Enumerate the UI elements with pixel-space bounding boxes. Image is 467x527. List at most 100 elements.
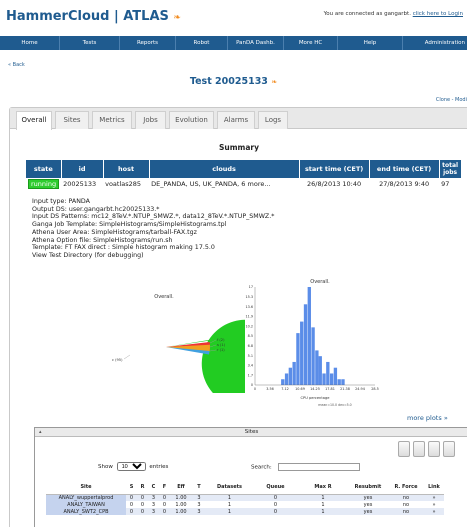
nav-tests[interactable]: Tests bbox=[60, 36, 120, 50]
sort-eff[interactable]: Eff bbox=[170, 480, 192, 495]
cell-r-force: no bbox=[388, 494, 424, 501]
sort-datasets[interactable]: Datasets bbox=[206, 480, 253, 495]
sort-site[interactable]: Site bbox=[46, 480, 126, 495]
cell-c: 3 bbox=[148, 494, 159, 501]
histogram-bar bbox=[281, 379, 285, 385]
nav-home[interactable]: Home bbox=[0, 36, 60, 50]
histogram-bar bbox=[337, 379, 341, 385]
login-link[interactable]: click here to Login bbox=[413, 11, 463, 17]
page-length-select[interactable]: 10 bbox=[116, 462, 146, 471]
histogram-y-tick: 8.5 bbox=[248, 334, 253, 338]
sort-queue[interactable]: Queue bbox=[253, 480, 298, 495]
sites-search-input[interactable] bbox=[277, 463, 360, 471]
sites-header[interactable]: ▴ Sites bbox=[35, 428, 467, 437]
more-plots-link[interactable]: more plots » bbox=[407, 414, 448, 422]
nav-reports[interactable]: Reports bbox=[120, 36, 176, 50]
nav-administration[interactable]: Administration bbox=[403, 36, 467, 50]
sort-f[interactable]: F bbox=[159, 480, 170, 495]
histogram-x-tick: 14.25 bbox=[310, 387, 320, 391]
table-row: ANALY_SWT2_CPB 0 0 3 0 1.00 3 1 0 1 yes … bbox=[46, 508, 444, 515]
sort-t[interactable]: T bbox=[192, 480, 206, 495]
cell-resubmit: yes bbox=[348, 494, 388, 501]
csv-export-icon[interactable] bbox=[413, 441, 425, 457]
cell-f: 0 bbox=[159, 501, 170, 508]
info-input-ds-patterns: Input DS Patterns: mc12_8TeV.*.NTUP_SMWZ… bbox=[32, 213, 275, 221]
tab-alarms[interactable]: Alarms bbox=[217, 111, 255, 129]
col-end-time: end time (CET) bbox=[369, 160, 440, 178]
cell-link[interactable]: » bbox=[424, 508, 444, 515]
site-brand[interactable]: HammerCloud | ATLAS ❧ bbox=[6, 9, 181, 24]
cell-max-r: 1 bbox=[298, 494, 348, 501]
entries-label: entries bbox=[149, 464, 169, 470]
sort-resubmit[interactable]: Resubmit bbox=[348, 480, 388, 495]
cell-datasets: 1 bbox=[206, 501, 253, 508]
histogram-y-tick: 15.3 bbox=[245, 295, 253, 299]
histogram-x-tick: 21.38 bbox=[340, 387, 350, 391]
tab-overall[interactable]: Overall bbox=[16, 111, 52, 130]
cell-eff: 1.00 bbox=[170, 494, 192, 501]
histogram-y-tick: 3.4 bbox=[248, 364, 253, 368]
col-id: id bbox=[61, 160, 104, 178]
tab-metrics[interactable]: Metrics bbox=[92, 111, 132, 129]
summary-row: running 20025133 voatlas285 DE_PANDA, US… bbox=[26, 178, 461, 190]
sites-section: ▴ Sites Show 10 entries Search: Site S R… bbox=[34, 427, 467, 527]
cell-link[interactable]: » bbox=[424, 501, 444, 508]
tab-sites[interactable]: Sites bbox=[55, 111, 89, 129]
info-template: Template: FT FAX direct : Simple histogr… bbox=[32, 244, 215, 252]
cell-r: 0 bbox=[137, 501, 148, 508]
summary-table: state id host clouds start time (CET) en… bbox=[26, 160, 462, 190]
show-label: Show bbox=[98, 464, 113, 470]
histogram-x-tick: 28.5 bbox=[371, 387, 379, 391]
sort-max-r[interactable]: Max R bbox=[298, 480, 348, 495]
histogram-y-tick: 1.7 bbox=[248, 373, 253, 377]
cell-t: 3 bbox=[192, 501, 206, 508]
cell-f: 0 bbox=[159, 508, 170, 515]
site-name-cell[interactable]: ANALY_TAIWAN bbox=[46, 501, 126, 508]
nav-help[interactable]: Help bbox=[338, 36, 403, 50]
nav-robot[interactable]: Robot bbox=[176, 36, 228, 50]
info-input-type: Input type: PANDA bbox=[32, 198, 90, 205]
info-athena-option-file: Athena Option file: SimpleHistograms/run… bbox=[32, 236, 173, 244]
site-name-cell[interactable]: ANALY_SWT2_CPB bbox=[46, 508, 126, 515]
state-cell: running bbox=[26, 178, 61, 190]
total-jobs-cell: 97 bbox=[441, 180, 450, 188]
summary-title: Summary bbox=[218, 143, 260, 152]
cell-resubmit: yes bbox=[348, 508, 388, 515]
histogram-bar bbox=[333, 367, 338, 385]
clouds-cell[interactable]: DE_PANDA, US, UK_PANDA, 6 more... bbox=[149, 178, 299, 190]
sort-r-force[interactable]: R. Force bbox=[388, 480, 424, 495]
nav-panda-dashboard[interactable]: PanDA Dashb. bbox=[228, 36, 284, 50]
view-test-directory-link[interactable]: View Test Directory (for debugging) bbox=[32, 252, 274, 260]
copy-export-icon[interactable] bbox=[398, 441, 410, 457]
histogram-x-tick: 3.56 bbox=[266, 387, 274, 391]
pie-label-s: s (1) bbox=[217, 343, 226, 347]
cell-t: 3 bbox=[192, 494, 206, 501]
histogram-bar bbox=[296, 333, 300, 385]
overall-pie-chart: Overall. f (2) s (1) r (1) c (95) bbox=[112, 294, 245, 393]
sort-s[interactable]: S bbox=[126, 480, 137, 495]
search-label: Search: bbox=[251, 464, 272, 471]
tab-logs[interactable]: Logs bbox=[258, 111, 288, 129]
xls-export-icon[interactable] bbox=[428, 441, 440, 457]
col-total-jobs: total jobs bbox=[439, 160, 462, 178]
table-row: ANALY_TAIWAN 0 0 3 0 1.00 3 1 0 1 yes no… bbox=[46, 501, 444, 508]
nav-more-hc[interactable]: More HC bbox=[284, 36, 338, 50]
test-rss-icon[interactable]: ❧ bbox=[271, 78, 277, 86]
site-name-cell[interactable]: ANALY_wuppertalprod bbox=[46, 494, 126, 501]
rss-icon[interactable]: ❧ bbox=[173, 13, 181, 23]
collapse-toggle-icon[interactable]: ▴ bbox=[39, 428, 42, 437]
histogram-bar bbox=[300, 321, 304, 385]
tab-evolution[interactable]: Evolution bbox=[169, 111, 214, 129]
sort-link[interactable]: Link bbox=[424, 480, 444, 495]
clone-modify-link[interactable]: Clone - Modi bbox=[436, 97, 467, 103]
tab-jobs[interactable]: Jobs bbox=[135, 111, 166, 129]
cell-link[interactable]: » bbox=[424, 494, 444, 501]
page-header: HammerCloud | ATLAS ❧ You are connected … bbox=[0, 0, 467, 36]
histogram-bar bbox=[311, 327, 315, 385]
sort-r[interactable]: R bbox=[137, 480, 148, 495]
histogram-y-tick: 13.6 bbox=[245, 305, 253, 309]
back-link[interactable]: « Back bbox=[8, 62, 25, 68]
histogram-bar bbox=[288, 367, 293, 385]
print-icon[interactable] bbox=[443, 441, 455, 457]
sort-c[interactable]: C bbox=[148, 480, 159, 495]
